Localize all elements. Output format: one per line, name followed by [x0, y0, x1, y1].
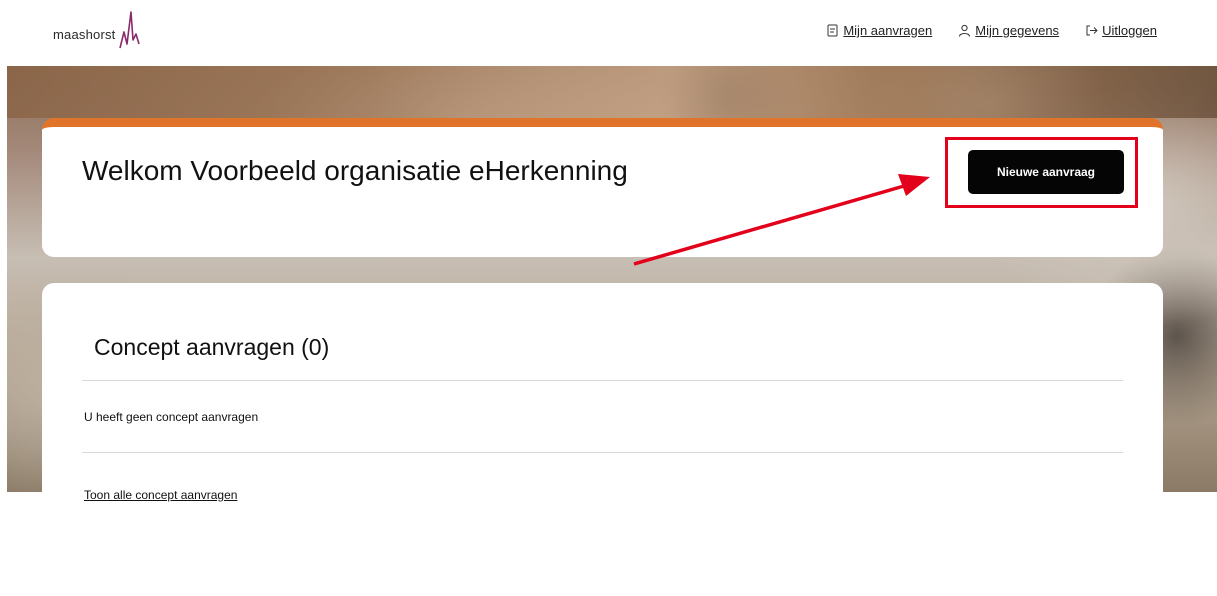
top-navigation: Mijn aanvragen Mijn gegevens Uitloggen: [826, 23, 1157, 38]
logo-text: maashorst: [53, 27, 116, 42]
nav-label: Mijn aanvragen: [843, 23, 933, 38]
logo-mark-icon: [118, 11, 140, 49]
concept-title: Concept aanvragen (0): [94, 334, 330, 360]
show-all-concepts-link[interactable]: Toon alle concept aanvragen: [84, 488, 237, 502]
welcome-title: Welkom Voorbeeld organisatie eHerkenning: [82, 155, 628, 186]
divider: [82, 452, 1123, 453]
welcome-card: Welkom Voorbeeld organisatie eHerkenning…: [42, 118, 1163, 257]
divider: [82, 380, 1123, 381]
logout-icon: [1086, 25, 1098, 36]
concept-applications-card: Concept aanvragen (0) U heeft geen conce…: [42, 283, 1163, 594]
site-header: maashorst Mijn aanvragen Mijn gegevens U…: [0, 0, 1217, 66]
empty-message: U heeft geen concept aanvragen: [84, 410, 259, 424]
nav-label: Mijn gegevens: [975, 23, 1060, 38]
document-icon: [827, 24, 838, 37]
hero-image-band: [7, 66, 1217, 118]
user-icon: [959, 24, 971, 37]
nav-uitloggen[interactable]: Uitloggen: [1085, 23, 1157, 38]
new-application-button[interactable]: Nieuwe aanvraag: [968, 150, 1124, 194]
nav-mijn-aanvragen[interactable]: Mijn aanvragen: [826, 23, 932, 38]
nav-label: Uitloggen: [1102, 23, 1157, 38]
nav-mijn-gegevens[interactable]: Mijn gegevens: [958, 23, 1059, 38]
maashorst-logo[interactable]: maashorst: [53, 10, 140, 50]
